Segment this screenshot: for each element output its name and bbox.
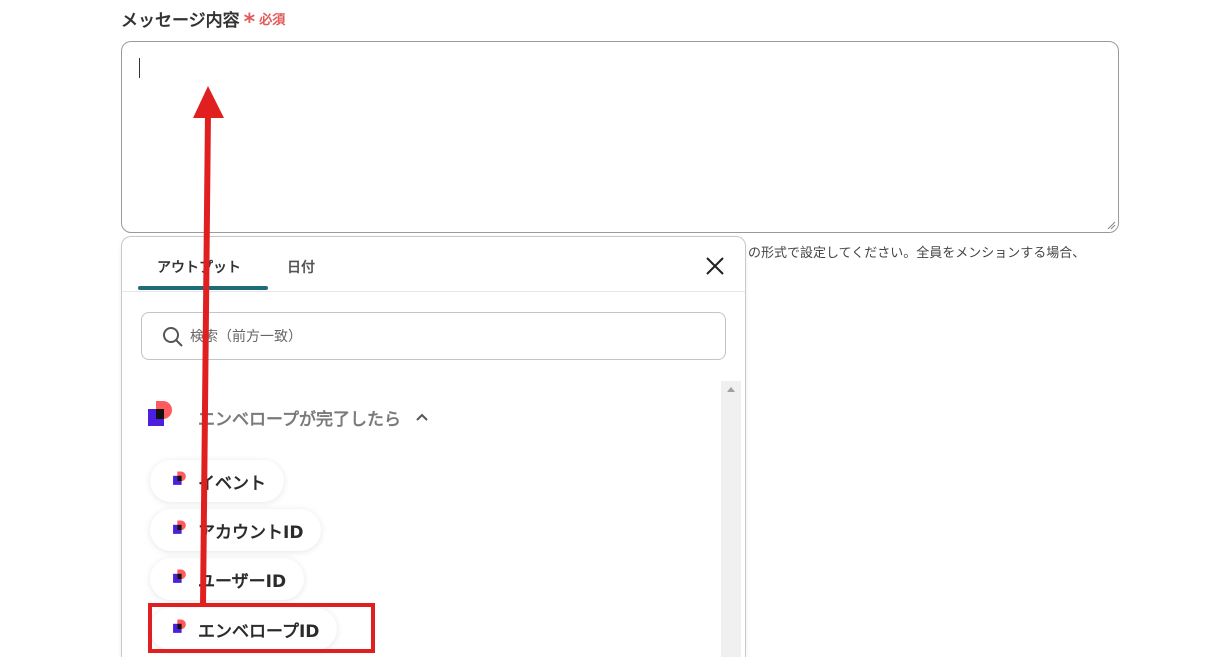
text-caret [139,58,140,78]
message-textarea[interactable] [121,41,1119,233]
app-logo-icon [172,569,188,589]
output-item-event[interactable]: イベント [150,460,284,502]
popup-tabs: アウトプット 日付 [122,237,745,292]
output-item-user-id[interactable]: ユーザーID [150,558,305,600]
app-logo-icon [146,401,176,433]
search-input[interactable] [188,323,712,351]
active-tab-indicator [138,286,268,290]
app-logo-icon [172,619,188,639]
output-item-label: アカウントID [198,522,304,543]
search-field[interactable] [141,312,726,360]
scrollbar[interactable] [721,381,741,657]
output-item-label: エンベロープID [198,621,320,642]
output-item-label: ユーザーID [198,571,287,592]
scroll-up-arrow-icon[interactable] [727,387,735,392]
hint-text: の形式で設定してください。全員をメンションする場合、 [748,246,1086,261]
page: メッセージ内容 * 必須 の形式で設定してください。全員をメンションする場合、 … [0,0,1212,657]
group-header-envelope-completed[interactable]: エンベロープが完了したら [146,401,429,433]
group-title: エンベロープが完了したら [198,409,401,430]
variable-picker-popup: アウトプット 日付 検索（前方一致） エンベロープが完了したら イベント アカウ… [121,236,746,657]
required-badge: 必須 [259,13,286,28]
app-logo-icon [172,520,188,540]
required-star: * [243,9,256,35]
resize-grip-icon[interactable] [1107,221,1116,230]
message-field-label: メッセージ内容 * 必須 [121,6,286,35]
tab-output[interactable]: アウトプット [157,257,241,277]
search-icon [163,327,183,347]
tab-date[interactable]: 日付 [287,257,315,277]
close-icon[interactable] [702,253,728,279]
output-item-label: イベント [198,473,266,494]
output-item-envelope-id[interactable]: エンベロープID [150,608,338,650]
field-label-text: メッセージ内容 [121,11,240,31]
chevron-up-icon[interactable] [415,410,429,424]
app-logo-icon [172,471,188,491]
output-item-account-id[interactable]: アカウントID [150,509,322,551]
